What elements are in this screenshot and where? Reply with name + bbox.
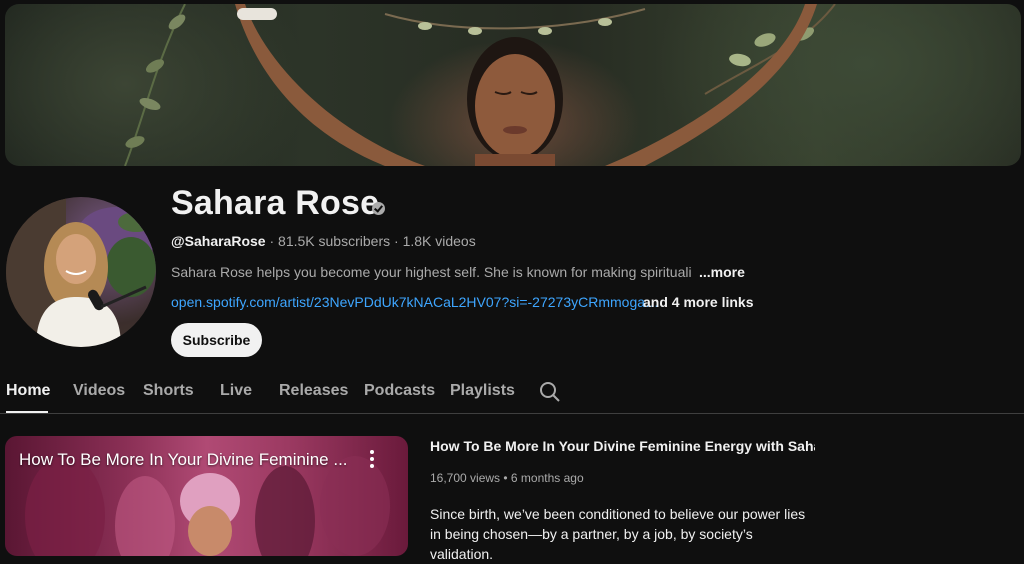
video-description: Since birth, we’ve been conditioned to b… bbox=[430, 506, 806, 562]
channel-banner bbox=[5, 4, 1021, 166]
video-count: 1.8K videos bbox=[402, 233, 476, 249]
video-title[interactable]: How To Be More In Your Divine Feminine E… bbox=[430, 438, 815, 454]
subscribe-button[interactable]: Subscribe bbox=[171, 323, 262, 357]
channel-link[interactable]: open.spotify.com/artist/23NevPDdUk7kNACa… bbox=[171, 294, 659, 310]
verified-check-icon bbox=[372, 202, 385, 215]
channel-name: Sahara Rose bbox=[171, 184, 380, 222]
more-vert-icon[interactable] bbox=[364, 448, 380, 470]
channel-handle: @SaharaRose bbox=[171, 233, 266, 249]
channel-avatar bbox=[6, 197, 156, 347]
tab-shorts[interactable]: Shorts bbox=[143, 382, 194, 400]
description-more-link[interactable]: ...more bbox=[699, 264, 745, 280]
thumbnail-title: How To Be More In Your Divine Feminine .… bbox=[19, 450, 348, 469]
more-links-button[interactable]: and 4 more links bbox=[643, 294, 753, 310]
tab-playlists[interactable]: Playlists bbox=[450, 382, 515, 400]
channel-description[interactable]: Sahara Rose helps you become your highes… bbox=[171, 264, 691, 280]
video-stats: 16,700 views • 6 months ago bbox=[430, 471, 584, 485]
tab-home[interactable]: Home bbox=[6, 382, 50, 400]
tab-live[interactable]: Live bbox=[220, 382, 252, 400]
channel-tabs: Home Videos Shorts Live Releases Podcast… bbox=[0, 370, 1024, 414]
tab-videos[interactable]: Videos bbox=[73, 382, 125, 400]
tabs-divider bbox=[0, 413, 1024, 414]
tab-releases[interactable]: Releases bbox=[279, 382, 348, 400]
search-icon[interactable] bbox=[539, 381, 561, 403]
tab-podcasts[interactable]: Podcasts bbox=[364, 382, 435, 400]
channel-meta: @SaharaRose · 81.5K subscribers · 1.8K v… bbox=[171, 233, 476, 249]
subscriber-count: 81.5K subscribers bbox=[278, 233, 391, 249]
